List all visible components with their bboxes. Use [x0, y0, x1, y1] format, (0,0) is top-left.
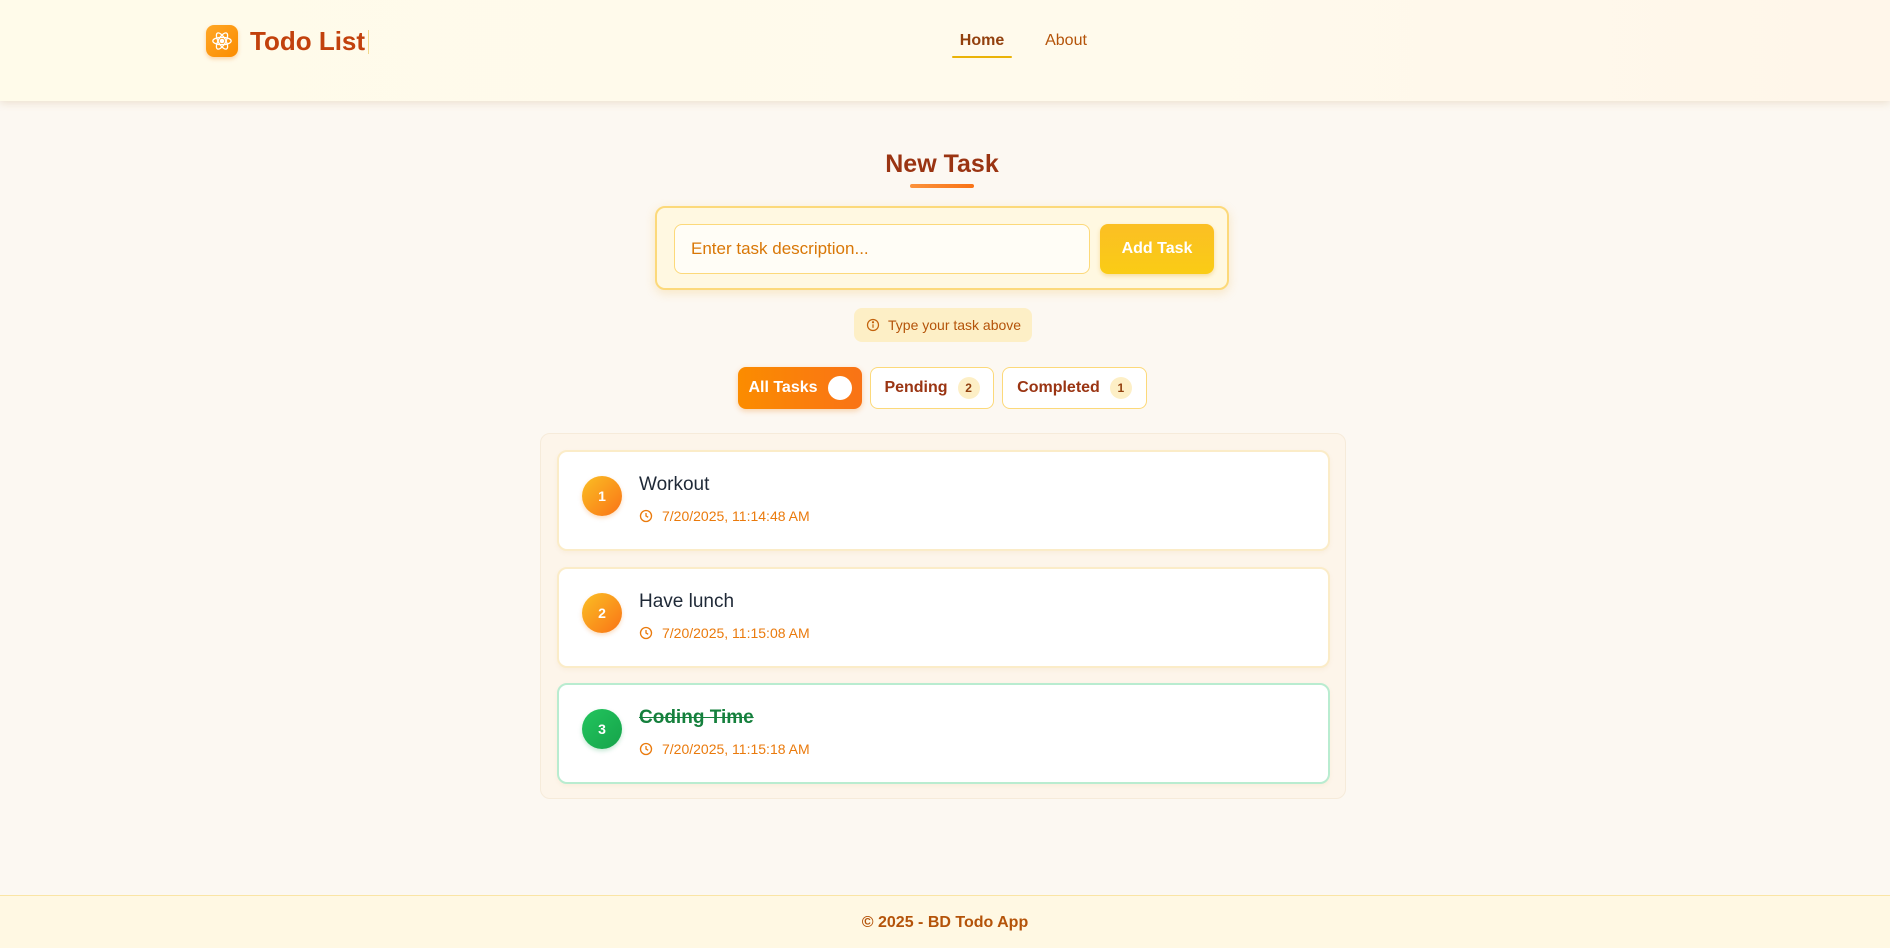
filter-pending-count: 2	[957, 377, 980, 399]
nav-about-link[interactable]: About	[1036, 28, 1096, 58]
task-timestamp: 7/20/2025, 11:14:48 AM	[639, 508, 810, 524]
task-name: Coding Time	[639, 707, 754, 728]
app-footer: © 2025 - BD Todo App	[0, 895, 1890, 948]
task-name: Workout	[639, 474, 710, 495]
filter-pending[interactable]: Pending 2	[870, 367, 994, 409]
filter-pending-label: Pending	[884, 379, 948, 396]
nav-home-link[interactable]: Home	[952, 28, 1012, 58]
clock-icon	[639, 626, 653, 640]
task-time-text: 7/20/2025, 11:15:08 AM	[662, 625, 810, 641]
filter-completed-count: 1	[1109, 377, 1132, 399]
filter-all-badge	[827, 376, 852, 400]
input-hint: Type your task above	[854, 308, 1032, 342]
filter-all-label: All Tasks	[748, 379, 818, 396]
task-item[interactable]: 1 Workout 7/20/2025, 11:14:48 AM	[557, 450, 1330, 551]
filter-all-tasks[interactable]: All Tasks	[738, 367, 862, 409]
clock-icon	[639, 509, 653, 523]
filter-completed[interactable]: Completed 1	[1002, 367, 1147, 409]
task-item[interactable]: 2 Have lunch 7/20/2025, 11:15:08 AM	[557, 567, 1330, 668]
task-number-badge: 2	[582, 593, 622, 633]
title-divider	[368, 30, 369, 54]
task-time-text: 7/20/2025, 11:14:48 AM	[662, 508, 810, 524]
app-header: Todo List Home About	[0, 0, 1890, 101]
filter-completed-label: Completed	[1017, 379, 1100, 396]
task-time-text: 7/20/2025, 11:15:18 AM	[662, 741, 810, 757]
task-description-input[interactable]	[674, 224, 1090, 274]
react-atom-icon	[212, 32, 232, 50]
task-timestamp: 7/20/2025, 11:15:18 AM	[639, 741, 810, 757]
info-icon	[866, 318, 880, 332]
task-timestamp: 7/20/2025, 11:15:08 AM	[639, 625, 810, 641]
heading-underline	[910, 184, 974, 188]
app-logo[interactable]	[206, 25, 238, 57]
task-item-completed[interactable]: 3 Coding Time 7/20/2025, 11:15:18 AM	[557, 683, 1330, 784]
task-number-badge: 3	[582, 709, 622, 749]
clock-icon	[639, 742, 653, 756]
task-number-badge: 1	[582, 476, 622, 516]
hint-text: Type your task above	[888, 317, 1022, 333]
task-name: Have lunch	[639, 591, 735, 612]
app-title: Todo List	[250, 26, 366, 56]
new-task-form: Add Task	[655, 206, 1229, 290]
add-task-button[interactable]: Add Task	[1100, 224, 1214, 274]
task-list: 1 Workout 7/20/2025, 11:14:48 AM 2 Have …	[540, 433, 1346, 799]
new-task-heading: New Task	[885, 150, 999, 178]
